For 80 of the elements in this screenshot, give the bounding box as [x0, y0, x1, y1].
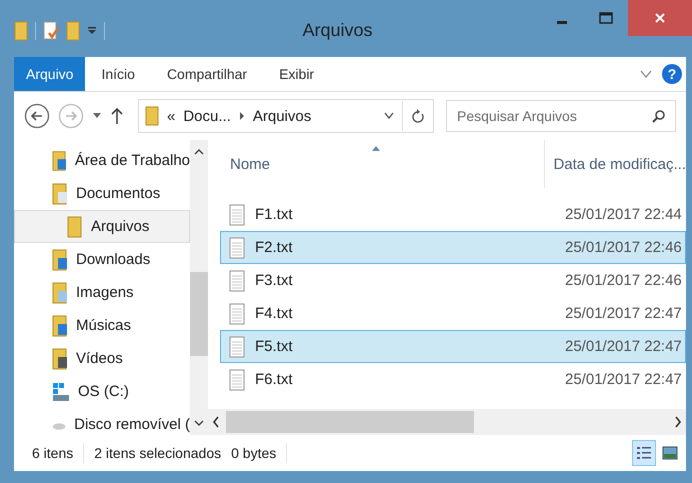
folder-icon — [52, 282, 68, 304]
search-icon — [652, 109, 666, 123]
breadcrumb[interactable]: Arquivos — [252, 108, 312, 124]
details-view-button[interactable] — [632, 440, 656, 466]
file-name: F1.txt — [255, 206, 294, 223]
maximize-icon — [599, 12, 613, 24]
scroll-up-icon[interactable] — [194, 148, 204, 156]
picture-icon — [662, 445, 678, 461]
file-date: 25/01/2017 22:47 — [565, 305, 682, 322]
nav-item[interactable]: Documentos — [14, 177, 190, 210]
text-file-icon — [229, 336, 245, 358]
text-file-icon — [229, 302, 245, 324]
folder-icon — [52, 248, 68, 270]
window-title: Arquivos — [302, 20, 373, 41]
search-field[interactable]: Pesquisar Arquivos — [446, 100, 676, 132]
nav-item[interactable]: OS (C:) — [14, 375, 190, 408]
folder-icon — [52, 182, 68, 204]
selection-size: 0 bytes — [231, 445, 276, 461]
breadcrumb-overflow[interactable]: « — [167, 108, 176, 124]
dropdown-icon[interactable] — [87, 26, 97, 36]
folder-icon — [52, 314, 68, 336]
chevron-icon[interactable] — [238, 112, 245, 120]
file-row[interactable]: F1.txt 25/01/2017 22:44 — [220, 198, 686, 231]
breadcrumb[interactable]: Docu... — [183, 108, 231, 124]
file-name: F6.txt — [255, 371, 294, 388]
column-header[interactable]: Data de modificaç... — [544, 140, 686, 188]
scroll-right-icon[interactable] — [674, 416, 682, 428]
nav-item[interactable]: Arquivos — [14, 210, 190, 243]
file-row[interactable]: F5.txt 25/01/2017 22:47 — [220, 330, 686, 363]
nav-item[interactable]: Área de Trabalho — [14, 144, 190, 177]
details-list-icon — [636, 445, 652, 461]
nav-item[interactable]: Disco removível ( — [14, 408, 190, 435]
selection-count: 2 itens selecionados — [94, 445, 222, 461]
minimize-icon — [557, 20, 567, 24]
scrollbar-thumb[interactable] — [190, 272, 208, 356]
ribbon-tab[interactable]: Início — [85, 57, 151, 91]
ribbon-tab[interactable]: Arquivo — [14, 57, 86, 91]
file-name: F2.txt — [255, 239, 294, 256]
file-date: 25/01/2017 22:47 — [565, 371, 682, 388]
expand-ribbon-icon[interactable] — [640, 69, 652, 79]
file-row[interactable]: F3.txt 25/01/2017 22:46 — [220, 264, 686, 297]
text-file-icon — [229, 270, 245, 292]
text-file-icon — [229, 204, 245, 226]
scroll-down-icon[interactable] — [194, 419, 204, 427]
ribbon-tab[interactable]: Exibir — [263, 57, 330, 91]
folder-icon — [67, 216, 83, 238]
address-bar[interactable]: « Docu... Arquivos — [138, 99, 434, 133]
up-arrow-icon[interactable] — [110, 107, 124, 125]
folder-icon — [52, 150, 67, 172]
refresh-icon[interactable] — [411, 108, 425, 124]
nav-item[interactable]: Imagens — [14, 276, 190, 309]
file-row[interactable]: F4.txt 25/01/2017 22:47 — [220, 297, 686, 330]
file-name: F5.txt — [255, 338, 294, 355]
file-name: F3.txt — [255, 272, 294, 289]
text-file-icon — [229, 368, 245, 390]
scrollbar-thumb[interactable] — [226, 411, 474, 433]
recent-locations-icon[interactable] — [92, 112, 102, 120]
nav-item[interactable]: Vídeos — [14, 342, 190, 375]
nav-item[interactable]: Downloads — [14, 243, 190, 276]
column-header[interactable]: Nome — [220, 140, 544, 188]
folder-icon — [52, 348, 68, 370]
properties-icon[interactable] — [43, 20, 59, 40]
scroll-left-icon[interactable] — [212, 416, 220, 428]
text-file-icon — [229, 236, 245, 258]
close-icon — [654, 12, 666, 24]
file-row[interactable]: F6.txt 25/01/2017 22:47 — [220, 363, 686, 396]
file-date: 25/01/2017 22:44 — [565, 206, 682, 223]
folder-icon — [145, 106, 159, 126]
file-date: 25/01/2017 22:46 — [565, 272, 682, 289]
sort-ascending-icon — [372, 146, 380, 151]
file-row[interactable]: F2.txt 25/01/2017 22:46 — [220, 231, 686, 264]
file-name: F4.txt — [255, 305, 294, 322]
item-count: 6 itens — [32, 445, 74, 461]
ribbon-tab[interactable]: Compartilhar — [150, 57, 264, 91]
file-date: 25/01/2017 22:47 — [565, 338, 682, 355]
dropdown-icon[interactable] — [384, 112, 394, 120]
back-icon[interactable] — [24, 103, 50, 129]
nav-item[interactable]: Músicas — [14, 309, 190, 342]
help-button[interactable]: ? — [662, 64, 682, 84]
file-date: 25/01/2017 22:46 — [565, 239, 682, 256]
